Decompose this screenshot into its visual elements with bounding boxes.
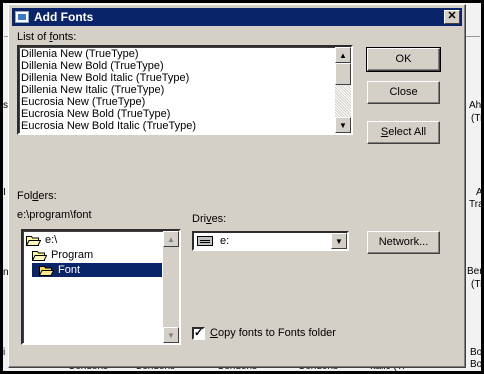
bg-text: I	[3, 187, 6, 198]
bg-text: i	[3, 347, 6, 358]
drive-value: e:	[220, 235, 230, 247]
open-folder-icon	[38, 265, 55, 276]
bg-text: (Tr	[471, 113, 484, 124]
folders-tree[interactable]: e:\ Program Font ▲ ▼	[21, 229, 181, 345]
window-icon	[15, 11, 29, 23]
scroll-thumb[interactable]	[335, 63, 351, 85]
bg-text: Berin	[467, 266, 484, 277]
add-fonts-dialog: Add Fonts ✕ List of fonts: Dillenia New …	[8, 4, 466, 368]
list-item[interactable]: Dillenia New (TrueType)	[19, 48, 333, 60]
folder-label: Program	[51, 249, 94, 261]
folders-scrollbar[interactable]: ▲ ▼	[163, 231, 179, 343]
scroll-down-icon[interactable]: ▼	[335, 117, 351, 133]
title-bar[interactable]: Add Fonts ✕	[12, 8, 462, 26]
fonts-listbox[interactable]: Dillenia New (TrueType) Dillenia New Bol…	[17, 45, 353, 135]
fonts-list-label: List of fonts:	[17, 31, 77, 43]
fonts-list-items: Dillenia New (TrueType) Dillenia New Bol…	[19, 48, 333, 132]
bg-text: A	[476, 187, 483, 198]
close-button[interactable]: Close	[367, 81, 440, 104]
scroll-down-icon[interactable]: ▼	[163, 327, 179, 343]
folders-label: Folders:	[17, 190, 57, 202]
folder-label: Font	[58, 264, 81, 276]
list-item[interactable]: Dillenia New Bold (TrueType)	[19, 60, 333, 72]
bg-text: Bol	[470, 347, 484, 358]
folder-item-drive[interactable]: e:\	[25, 233, 58, 247]
open-folder-icon	[31, 250, 48, 261]
copy-fonts-label[interactable]: Copy fonts to Fonts folder	[210, 327, 336, 339]
drive-icon	[197, 236, 213, 246]
open-folder-icon	[25, 235, 42, 246]
fonts-scrollbar[interactable]: ▲ ▼	[335, 47, 351, 133]
list-item[interactable]: Dillenia New Italic (TrueType)	[19, 84, 333, 96]
bg-text: Aha	[469, 100, 484, 111]
list-item[interactable]: Eucrosia New (TrueType)	[19, 96, 333, 108]
folder-item-program[interactable]: Program	[31, 248, 94, 262]
copy-fonts-checkbox[interactable]: ✓	[192, 327, 205, 340]
dialog-title: Add Fonts	[34, 10, 94, 24]
current-folder-path: e:\program\font	[17, 209, 92, 221]
list-item[interactable]: Eucrosia New Bold (TrueType)	[19, 108, 333, 120]
folder-label: e:\	[45, 234, 58, 246]
chevron-down-icon[interactable]: ▼	[331, 233, 347, 249]
close-icon[interactable]: ✕	[444, 10, 460, 24]
ok-button[interactable]: OK	[366, 47, 441, 72]
bg-text: (Tr	[471, 279, 484, 290]
list-item[interactable]: Eucrosia New Bold Italic (TrueType)	[19, 120, 333, 132]
list-item[interactable]: Dillenia New Bold Italic (TrueType)	[19, 72, 333, 84]
drives-select[interactable]: e: ▼	[192, 231, 349, 251]
bg-text: Tra	[469, 199, 484, 210]
drives-label: Drives:	[192, 213, 227, 225]
bg-text: Bol	[470, 359, 484, 370]
folder-item-font[interactable]: Font	[32, 263, 162, 277]
folders-tree-items: e:\ Program Font	[24, 233, 162, 343]
network-button[interactable]: Network...	[367, 231, 440, 254]
select-all-button[interactable]: Select All	[367, 121, 440, 144]
scroll-up-icon[interactable]: ▲	[335, 47, 351, 63]
scroll-up-icon[interactable]: ▲	[163, 231, 179, 247]
